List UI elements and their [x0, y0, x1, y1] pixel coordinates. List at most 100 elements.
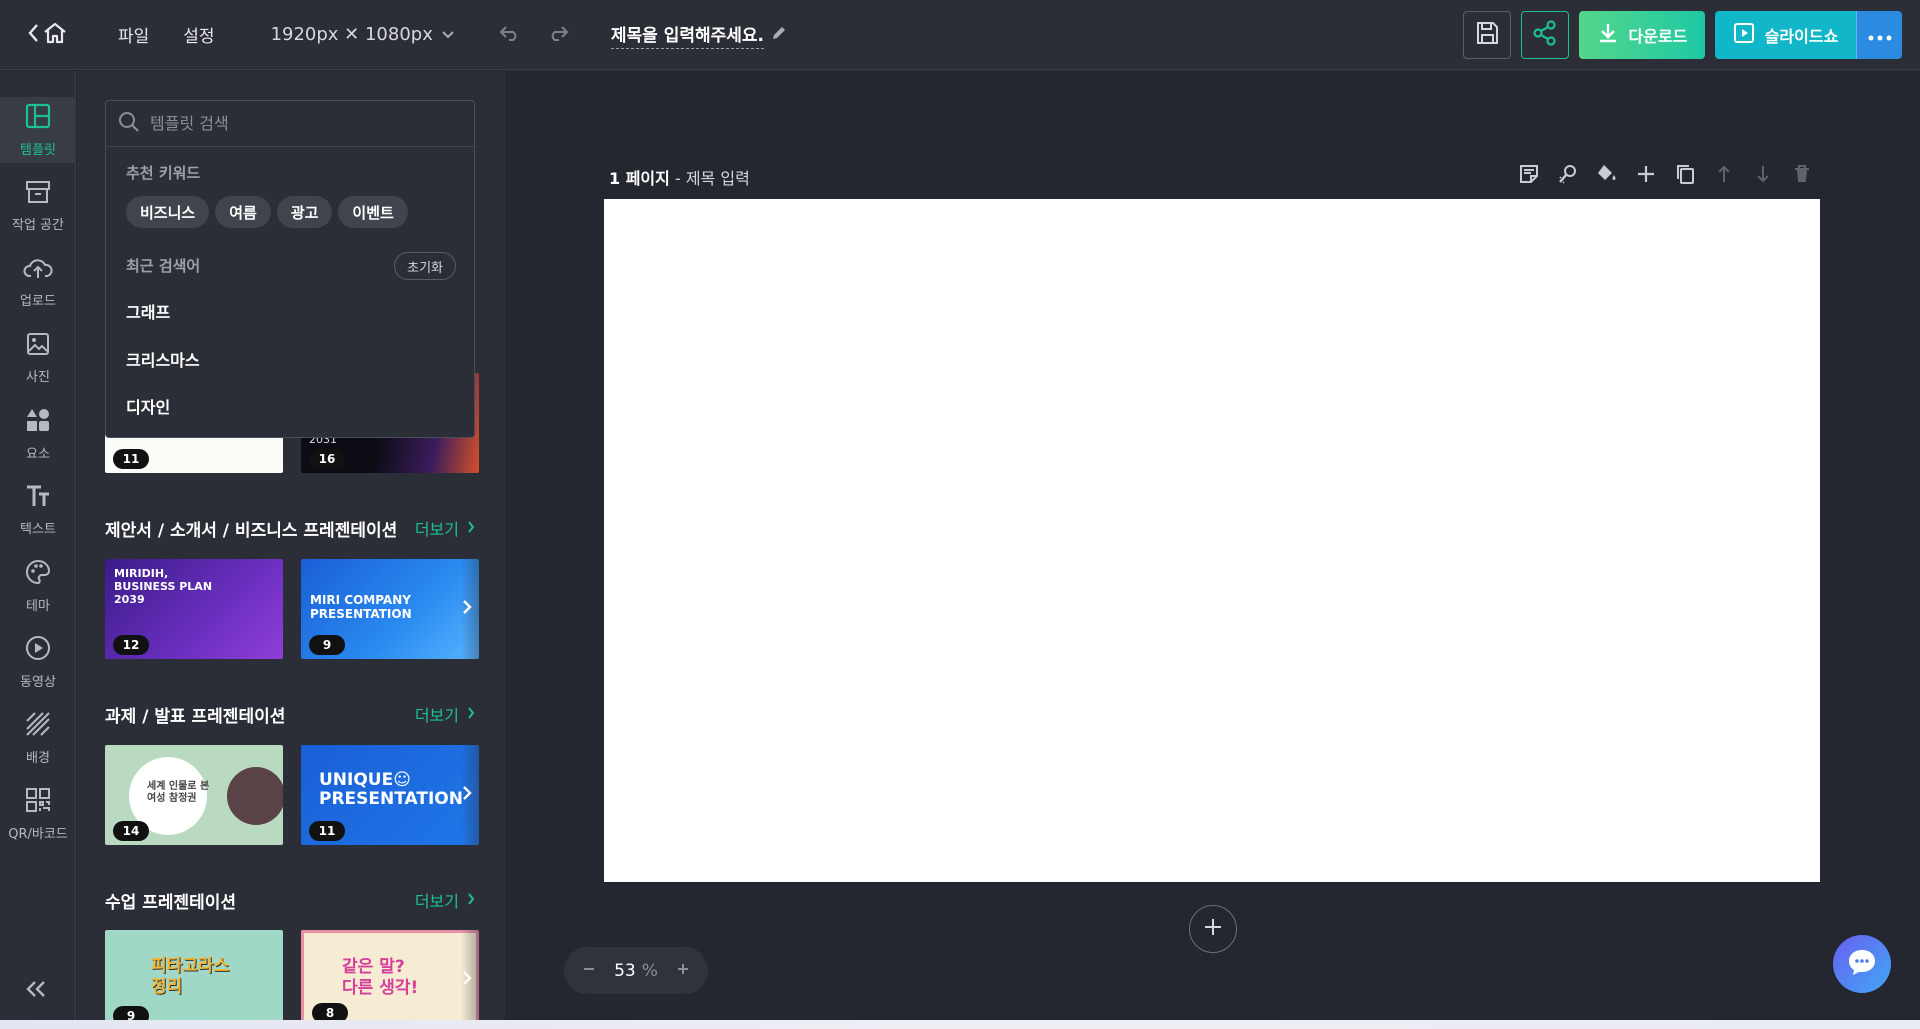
nav-item-workspace[interactable]: 작업 공간: [0, 173, 76, 239]
recent-search-item[interactable]: 그래프: [126, 299, 170, 323]
template-thumb[interactable]: 피타고라스 정리 9: [105, 930, 283, 1029]
section-title: 수업 프레젠테이션: [105, 893, 237, 913]
page-title-input[interactable]: - 제목 입력: [675, 169, 750, 188]
nav-item-photo[interactable]: 사진: [0, 325, 76, 391]
canvas-size-select[interactable]: 1920px ✕ 1080px: [271, 24, 455, 45]
carousel-next-button[interactable]: [457, 594, 477, 624]
page-memo-icon[interactable]: [1518, 163, 1540, 185]
home-icon[interactable]: [42, 21, 68, 49]
zoom-unit: %: [641, 960, 658, 981]
recent-search-item[interactable]: 크리스마스: [126, 347, 200, 371]
chevron-down-icon: [441, 24, 455, 45]
page-number: 1 페이지: [609, 169, 670, 188]
more-options-button[interactable]: [1856, 11, 1902, 59]
nav-label-photo: 사진: [26, 369, 50, 385]
reset-recent-button[interactable]: 초기화: [394, 252, 456, 280]
recent-searches-title: 최근 검색어: [126, 257, 201, 275]
chevron-right-icon: [467, 705, 475, 724]
keyword-chip[interactable]: 이벤트: [338, 196, 408, 228]
cloud-upload-icon: [23, 256, 53, 284]
carousel-next-button[interactable]: [457, 780, 477, 810]
thumb-text: MIRI COMPANY PRESENTATION: [310, 593, 412, 621]
section-title: 제안서 / 소개서 / 비즈니스 프레젠테이션: [105, 521, 398, 541]
more-link[interactable]: 더보기: [415, 516, 475, 540]
design-canvas[interactable]: [604, 199, 1820, 882]
nav-item-background[interactable]: 배경: [0, 705, 76, 771]
palette-icon: [25, 559, 51, 589]
thumb-text: 세계 인물로 본 여성 참정권: [147, 781, 210, 804]
add-page-plus-icon[interactable]: [1635, 163, 1657, 185]
keyword-chips: 비즈니스 여름 광고 이벤트: [126, 196, 408, 228]
document-title[interactable]: 제목을 입력해주세요.: [610, 21, 788, 49]
magic-wand-icon[interactable]: [1557, 163, 1579, 185]
undo-redo-group: [499, 24, 569, 46]
nav-item-template[interactable]: 템플릿: [0, 97, 76, 163]
add-page-button[interactable]: [1189, 905, 1237, 953]
nav-item-video[interactable]: 동영상: [0, 629, 76, 695]
keyword-chip[interactable]: 광고: [276, 196, 333, 228]
undo-icon[interactable]: [499, 24, 521, 46]
recent-search-item[interactable]: 디자인: [126, 394, 170, 418]
nav-item-upload[interactable]: 업로드: [0, 249, 76, 315]
more-link[interactable]: 더보기: [415, 702, 475, 726]
template-search-input[interactable]: [150, 114, 450, 133]
template-thumb[interactable]: 같은 말? 다른 생각! 8: [301, 930, 479, 1029]
section-title: 과제 / 발표 프레젠테이션: [105, 707, 286, 727]
search-icon: [118, 111, 140, 137]
template-thumb[interactable]: 세계 인물로 본 여성 참정권 14: [105, 745, 283, 845]
document-title-text[interactable]: 제목을 입력해주세요.: [610, 21, 765, 49]
template-page-count: 16: [309, 449, 345, 469]
more-link-label: 더보기: [414, 520, 459, 539]
carousel-next-button[interactable]: [457, 965, 477, 995]
back-home-group[interactable]: [26, 21, 68, 49]
move-page-down-icon[interactable]: [1752, 163, 1774, 185]
slideshow-button[interactable]: 슬라이드쇼: [1715, 11, 1856, 59]
nav-item-text[interactable]: 텍스트: [0, 477, 76, 543]
template-page-count: 14: [113, 821, 149, 841]
text-tt-icon: [25, 484, 51, 512]
zoom-control: 53%: [564, 947, 708, 994]
canvas-size-value: 1920px ✕ 1080px: [270, 24, 433, 45]
nav-item-element[interactable]: 요소: [0, 401, 76, 467]
pencil-icon[interactable]: [770, 24, 788, 46]
chevron-left-icon[interactable]: [26, 22, 40, 48]
download-button[interactable]: 다운로드: [1579, 11, 1705, 59]
share-button[interactable]: [1521, 11, 1569, 59]
paint-bucket-icon[interactable]: [1596, 163, 1618, 185]
chat-support-button[interactable]: [1833, 935, 1891, 993]
download-icon: [1597, 22, 1619, 48]
menu-settings[interactable]: 설정: [183, 22, 214, 47]
duplicate-page-icon[interactable]: [1674, 163, 1696, 185]
zoom-in-icon[interactable]: [676, 961, 690, 980]
thumb-text: MIRIDIH, BUSINESS PLAN 2039: [114, 567, 213, 606]
keyword-chip[interactable]: 비즈니스: [126, 196, 210, 228]
nav-label-background: 배경: [26, 750, 50, 766]
nav-item-qr[interactable]: QR/바코드: [0, 781, 76, 847]
page-label: 1 페이지 - 제목 입력: [609, 165, 750, 189]
keyword-chip[interactable]: 여름: [215, 196, 271, 228]
menu-file[interactable]: 파일: [118, 22, 149, 47]
zoom-value[interactable]: 53: [614, 961, 636, 981]
more-link[interactable]: 더보기: [415, 888, 475, 912]
nav-label-element: 요소: [26, 446, 50, 462]
chevron-right-icon: [467, 891, 475, 910]
search-box[interactable]: [106, 101, 474, 147]
collapse-panel-button[interactable]: [24, 979, 48, 1003]
nav-item-theme[interactable]: 테마: [0, 553, 76, 619]
template-thumb[interactable]: MIRIDIH, BUSINESS PLAN 2039 12: [105, 559, 283, 659]
nav-label-template: 템플릿: [20, 142, 56, 158]
template-page-count: 9: [309, 635, 345, 655]
bottom-strip: [0, 1020, 1920, 1029]
template-page-count: 11: [113, 449, 149, 469]
move-page-up-icon[interactable]: [1713, 163, 1735, 185]
redo-icon[interactable]: [547, 24, 569, 46]
trash-icon[interactable]: [1791, 163, 1813, 185]
chevron-right-icon: [467, 519, 475, 538]
more-dots-icon: [1868, 26, 1892, 45]
template-thumb[interactable]: MIRI COMPANY PRESENTATION 9: [301, 559, 479, 659]
nav-label-workspace: 작업 공간: [12, 217, 64, 233]
nav-label-qr: QR/바코드: [8, 826, 68, 842]
template-thumb[interactable]: UNIQUE☺ PRESENTATION 11: [301, 745, 479, 845]
save-button[interactable]: [1463, 11, 1511, 59]
zoom-out-icon[interactable]: [582, 961, 596, 980]
